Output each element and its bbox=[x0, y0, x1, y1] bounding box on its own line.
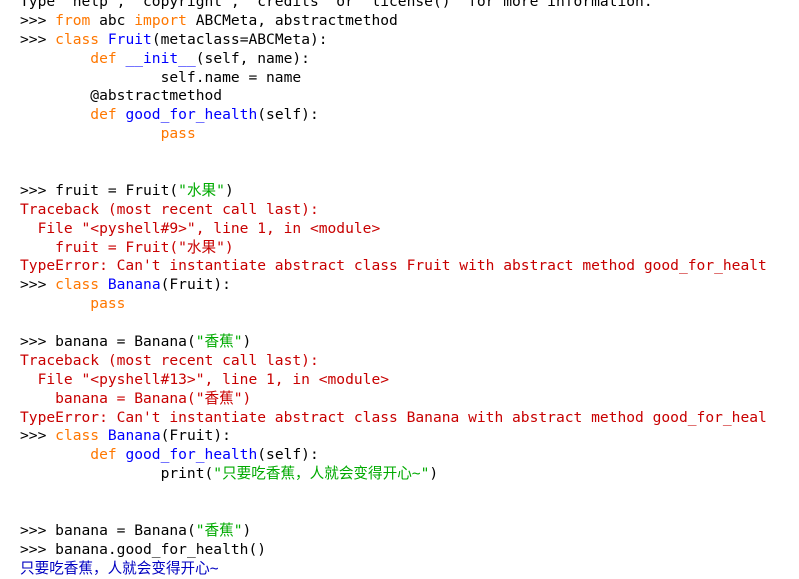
definition-token: good_for_health bbox=[125, 446, 258, 464]
shell-input-line: pass bbox=[20, 125, 799, 144]
shell-error-line: banana = Banana("香蕉") bbox=[20, 390, 799, 409]
shell-input-line: >>> class Banana(Fruit): bbox=[20, 427, 799, 446]
code-text: (metaclass=ABCMeta): bbox=[151, 30, 328, 48]
prompt-marker: >>> bbox=[20, 181, 56, 199]
error-text: banana = Banana("香蕉") bbox=[20, 389, 252, 407]
shell-banner-line: Type "help", "copyright", "credits" or "… bbox=[20, 0, 799, 12]
string-token: "水果" bbox=[178, 181, 225, 199]
definition-token: good_for_health bbox=[125, 106, 258, 124]
keyword-token: pass bbox=[90, 295, 126, 313]
error-text: TypeError: Can't instantiate abstract cl… bbox=[20, 408, 767, 426]
code-text: ) bbox=[429, 465, 439, 483]
code-text: (self): bbox=[257, 106, 319, 124]
definition-token: __init__ bbox=[125, 49, 196, 67]
prompt-marker: >>> bbox=[20, 540, 56, 558]
shell-error-line: File "<pyshell#13>", line 1, in <module> bbox=[20, 371, 799, 390]
string-token: "香蕉" bbox=[195, 333, 243, 351]
code-text: @abstractmethod bbox=[20, 87, 223, 105]
code-text: self.name = name bbox=[20, 68, 302, 86]
output-text: 只要吃香蕉，人就会变得开心~ bbox=[20, 559, 219, 577]
shell-input-line: print("只要吃香蕉，人就会变得开心~") bbox=[20, 465, 799, 484]
keyword-token: from bbox=[55, 11, 91, 29]
code-text: banana.good_for_health() bbox=[55, 540, 267, 558]
prompt-marker: >>> bbox=[20, 333, 56, 351]
shell-input-line: def good_for_health(self): bbox=[20, 106, 799, 125]
code-text: (self, name): bbox=[195, 49, 310, 67]
definition-token: Banana bbox=[107, 276, 161, 294]
error-text: TypeError: Can't instantiate abstract cl… bbox=[20, 257, 767, 275]
code-text: ) bbox=[242, 521, 252, 539]
string-token: "香蕉" bbox=[195, 521, 243, 539]
error-text: File "<pyshell#9>", line 1, in <module> bbox=[20, 219, 381, 237]
shell-blank-line bbox=[20, 163, 799, 182]
shell-input-line: >>> banana = Banana("香蕉") bbox=[20, 522, 799, 541]
shell-error-line: TypeError: Can't instantiate abstract cl… bbox=[20, 409, 799, 428]
shell-input-line: >>> banana.good_for_health() bbox=[20, 541, 799, 560]
python-shell-window[interactable]: Type "help", "copyright", "credits" or "… bbox=[0, 0, 799, 579]
shell-blank-line bbox=[20, 314, 799, 333]
keyword-token: def bbox=[90, 49, 117, 67]
keyword-token: def bbox=[90, 446, 117, 464]
prompt-marker: >>> bbox=[20, 427, 56, 445]
prompt-marker: >>> bbox=[20, 11, 56, 29]
prompt-marker: >>> bbox=[20, 521, 56, 539]
shell-input-line: >>> banana = Banana("香蕉") bbox=[20, 333, 799, 352]
shell-input-line: def good_for_health(self): bbox=[20, 446, 799, 465]
shell-text-area[interactable]: Type "help", "copyright", "credits" or "… bbox=[20, 0, 799, 579]
shell-output-line: 只要吃香蕉，人就会变得开心~ bbox=[20, 560, 799, 579]
code-text: Type "help", "copyright", "credits" or "… bbox=[20, 0, 653, 10]
shell-gutter bbox=[0, 0, 16, 579]
code-text: (self): bbox=[257, 446, 319, 464]
string-token: "只要吃香蕉，人就会变得开心~" bbox=[213, 465, 430, 483]
keyword-token: def bbox=[90, 106, 117, 124]
shell-input-line: >>> fruit = Fruit("水果") bbox=[20, 182, 799, 201]
shell-error-line: TypeError: Can't instantiate abstract cl… bbox=[20, 257, 799, 276]
definition-token: Banana bbox=[107, 427, 161, 445]
shell-input-line: def __init__(self, name): bbox=[20, 50, 799, 69]
definition-token: Fruit bbox=[107, 30, 152, 48]
keyword-token: class bbox=[55, 276, 100, 294]
code-text: ) bbox=[224, 181, 234, 199]
error-text: File "<pyshell#13>", line 1, in <module> bbox=[20, 370, 390, 388]
prompt-marker: >>> bbox=[20, 30, 56, 48]
shell-input-line: >>> class Banana(Fruit): bbox=[20, 276, 799, 295]
shell-blank-line bbox=[20, 144, 799, 163]
code-text: ) bbox=[242, 333, 252, 351]
error-text: fruit = Fruit("水果") bbox=[20, 238, 234, 256]
shell-input-line: @abstractmethod bbox=[20, 87, 799, 106]
code-text: abc bbox=[90, 11, 135, 29]
shell-error-line: fruit = Fruit("水果") bbox=[20, 239, 799, 258]
code-text: ABCMeta, abstractmethod bbox=[186, 11, 398, 29]
keyword-token: class bbox=[55, 427, 100, 445]
shell-input-line: pass bbox=[20, 295, 799, 314]
shell-error-line: Traceback (most recent call last): bbox=[20, 201, 799, 220]
error-text: Traceback (most recent call last): bbox=[20, 351, 319, 369]
shell-input-line: >>> from abc import ABCMeta, abstractmet… bbox=[20, 12, 799, 31]
shell-error-line: File "<pyshell#9>", line 1, in <module> bbox=[20, 220, 799, 239]
shell-input-line: >>> class Fruit(metaclass=ABCMeta): bbox=[20, 31, 799, 50]
prompt-marker: >>> bbox=[20, 276, 56, 294]
keyword-token: pass bbox=[160, 125, 196, 143]
code-text: banana = Banana( bbox=[55, 521, 196, 539]
keyword-token: class bbox=[55, 30, 100, 48]
shell-error-line: Traceback (most recent call last): bbox=[20, 352, 799, 371]
code-text: (Fruit): bbox=[160, 427, 231, 445]
keyword-token: import bbox=[134, 11, 187, 29]
shell-blank-line bbox=[20, 484, 799, 503]
error-text: Traceback (most recent call last): bbox=[20, 200, 319, 218]
code-text: print( bbox=[20, 465, 214, 483]
code-text: fruit = Fruit( bbox=[55, 181, 179, 199]
code-text: banana = Banana( bbox=[55, 333, 196, 351]
code-text: (Fruit): bbox=[160, 276, 231, 294]
shell-input-line: self.name = name bbox=[20, 69, 799, 88]
shell-blank-line bbox=[20, 503, 799, 522]
